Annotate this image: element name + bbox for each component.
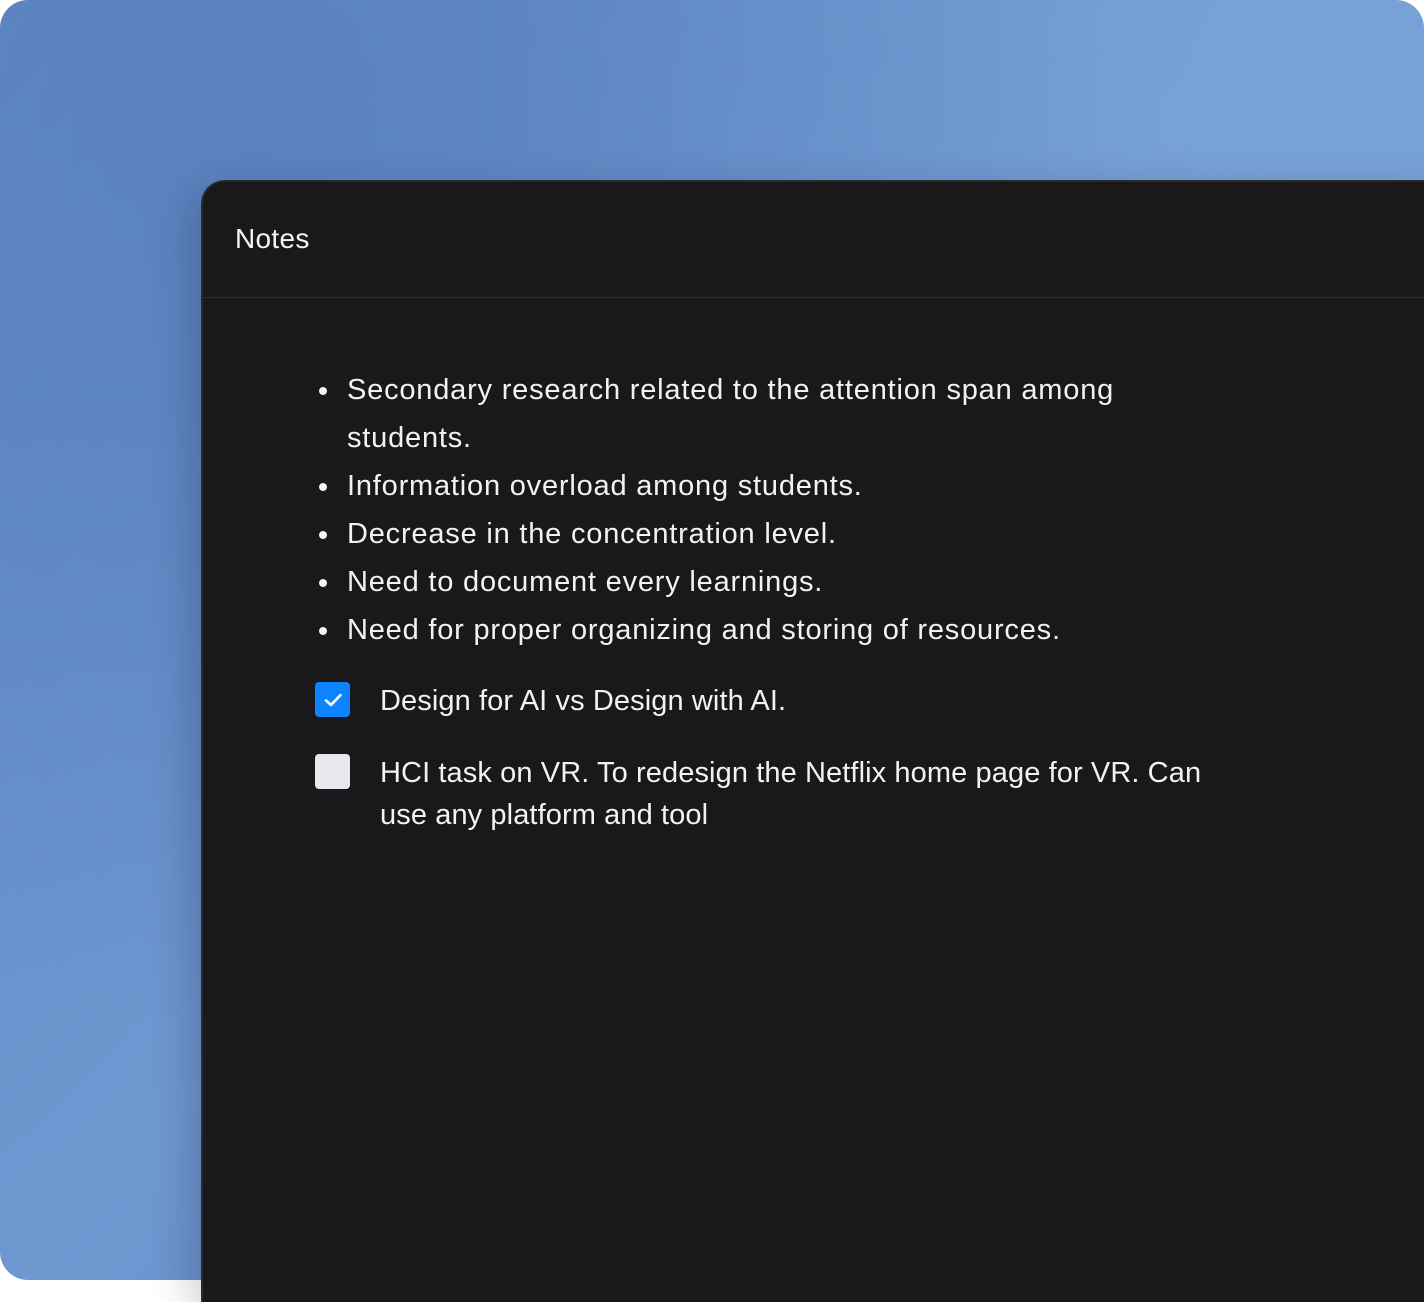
list-item[interactable]: Information overload among students. [315,462,1185,510]
bullet-text: Decrease in the concentration level. [347,518,837,550]
note-content[interactable]: Secondary research related to the attent… [203,298,1424,1302]
checklist-item-text[interactable]: Design for AI vs Design with AI. [380,680,1215,722]
bullet-icon [319,579,327,587]
checked-checkbox[interactable] [315,682,350,717]
checklist-item[interactable]: Design for AI vs Design with AI. [315,680,1215,726]
bullet-text: Need for proper organizing and storing o… [347,614,1061,646]
list-item[interactable]: Decrease in the concentration level. [315,510,1185,558]
check-icon [324,693,342,706]
bullet-list: Secondary research related to the attent… [315,366,1185,654]
bullet-icon [319,531,327,539]
bullet-text: Need to document every learnings. [347,566,824,598]
notes-window: Notes Secondary research related to the … [201,180,1424,1302]
empty-checkbox-icon[interactable] [315,754,350,789]
bullet-icon [319,627,327,635]
list-item[interactable]: Need to document every learnings. [315,558,1185,606]
checklist-item-text[interactable]: HCI task on VR. To redesign the Netflix … [380,752,1215,836]
checklist: Design for AI vs Design with AI. HCI tas… [315,680,1215,856]
list-item[interactable]: Secondary research related to the attent… [315,366,1185,462]
bullet-icon [319,483,327,491]
list-item[interactable]: Need for proper organizing and storing o… [315,606,1185,654]
bullet-text: Secondary research related to the attent… [347,374,1115,454]
bullet-text: Information overload among students. [347,470,863,502]
window-title: Notes [235,222,310,254]
window-header: Notes [203,182,1424,298]
bullet-icon [319,387,327,395]
checklist-item[interactable]: HCI task on VR. To redesign the Netflix … [315,752,1215,836]
